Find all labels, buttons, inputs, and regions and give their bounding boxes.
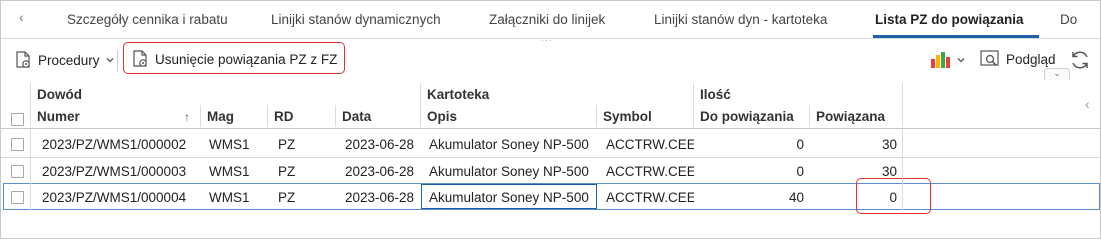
grid-line	[693, 83, 694, 127]
data-grid: Dowód Kartoteka Ilość Numer Mag RD Data …	[1, 83, 1100, 238]
tab-bar: ‹ Szczegóły cennika i rabatu Linijki sta…	[1, 1, 1100, 39]
grid-line	[902, 83, 903, 127]
cell-mag: WMS1	[209, 189, 250, 205]
grid-line	[902, 129, 903, 210]
group-header-row: Dowód Kartoteka Ilość	[1, 83, 903, 105]
row-checkbox[interactable]	[11, 138, 24, 151]
toolbar-separator	[117, 50, 118, 72]
column-header-powiazana[interactable]: Powiązana	[810, 105, 903, 127]
cell-symbol: ACCTRW.CEE	[606, 136, 694, 152]
toolbar: Procedury Usunięcie powiązania PZ z FZ P…	[1, 40, 1100, 80]
cell-data: 2023-06-28	[345, 136, 415, 152]
cell-symbol: ACCTRW.CEE	[606, 163, 694, 179]
document-gear-icon	[13, 50, 33, 70]
row-checkbox[interactable]	[11, 165, 24, 178]
column-header-mag[interactable]: Mag	[201, 105, 268, 127]
powiazana-value-highlight	[856, 178, 931, 214]
chart-menu-button[interactable]	[929, 50, 966, 70]
grid-line	[200, 105, 201, 127]
cell-do-powiazania: 0	[796, 136, 804, 152]
row-checkbox[interactable]	[11, 191, 24, 204]
cell-opis: Akumulator Soney NP-500	[429, 163, 589, 179]
tab-linijki-stanow-dyn-kartoteka[interactable]: Linijki stanów dyn - kartoteka	[654, 12, 827, 27]
chevron-down-icon	[105, 53, 115, 68]
column-header-row: Numer Mag RD Data Opis Symbol Do powiąza…	[1, 105, 903, 127]
cell-rd: PZ	[278, 163, 296, 179]
tab-linijki-stanow-dynamicznych[interactable]: Linijki stanów dynamicznych	[271, 12, 441, 27]
grid-line	[267, 105, 268, 127]
column-header-rd[interactable]: RD	[268, 105, 336, 127]
grid-line	[809, 105, 810, 127]
grid-line	[596, 105, 597, 127]
bar-chart-icon	[929, 50, 951, 70]
cell-data: 2023-06-28	[345, 163, 415, 179]
unlink-pz-fz-button[interactable]: Usunięcie powiązania PZ z FZ	[130, 49, 337, 69]
active-tab-indicator	[873, 35, 1039, 38]
cell-do-powiazania: 0	[796, 163, 804, 179]
grid-line	[30, 83, 31, 127]
column-header-do-powiazania[interactable]: Do powiązania	[694, 105, 810, 127]
cell-rd: PZ	[278, 136, 296, 152]
tab-scroll-left-icon[interactable]: ‹	[19, 9, 31, 29]
preview-button[interactable]: Podgląd	[979, 49, 1056, 69]
grid-line	[335, 105, 336, 127]
cell-mag: WMS1	[209, 136, 250, 152]
column-header-numer[interactable]: Numer	[31, 105, 201, 127]
tab-szczegoly-cennika[interactable]: Szczegóły cennika i rabatu	[67, 12, 228, 27]
grid-line	[420, 83, 421, 127]
cell-powiazana: 30	[881, 136, 897, 152]
cell-mag: WMS1	[209, 163, 250, 179]
refresh-button[interactable]	[1069, 49, 1091, 71]
chevron-down-icon	[956, 53, 966, 68]
collapse-toolbar-toggle[interactable]: ⌄	[1044, 68, 1070, 80]
cell-data: 2023-06-28	[345, 189, 415, 205]
scroll-right-chevron-icon[interactable]: ‹	[1085, 96, 1090, 112]
document-gear-icon	[130, 49, 150, 69]
unlink-label: Usunięcie powiązania PZ z FZ	[155, 51, 338, 67]
refresh-icon	[1069, 49, 1091, 71]
column-header-data[interactable]: Data	[336, 105, 421, 127]
group-header-kartoteka: Kartoteka	[427, 86, 490, 102]
column-header-symbol[interactable]: Symbol	[597, 105, 694, 127]
cell-numer: 2023/PZ/WMS1/000004	[42, 189, 187, 205]
select-all-checkbox[interactable]	[11, 113, 24, 126]
cell-do-powiazania: 40	[788, 189, 804, 205]
group-header-ilosc: Ilość	[700, 86, 731, 102]
preview-magnifier-icon	[979, 49, 1001, 69]
cell-opis: Akumulator Soney NP-500	[429, 136, 589, 152]
tab-zalaczniki-do-linijek[interactable]: Załączniki do linijek	[489, 12, 605, 27]
procedures-button[interactable]: Procedury	[13, 50, 115, 70]
sort-ascending-icon[interactable]: ↑	[184, 110, 190, 124]
group-header-dowod: Dowód	[37, 86, 82, 102]
cell-numer: 2023/PZ/WMS1/000002	[42, 136, 187, 152]
column-header-opis[interactable]: Opis	[421, 105, 597, 127]
grid-line	[30, 129, 31, 210]
cell-symbol: ACCTRW.CEE	[606, 189, 694, 205]
procedures-label: Procedury	[38, 52, 100, 68]
cell-rd: PZ	[278, 189, 296, 205]
cell-numer: 2023/PZ/WMS1/000003	[42, 163, 187, 179]
table-row[interactable]: 2023/PZ/WMS1/000003 WMS1 PZ 2023-06-28 A…	[1, 158, 1100, 184]
tab-lista-pz-do-powiazania[interactable]: Lista PZ do powiązania	[875, 12, 1024, 27]
preview-label: Podgląd	[1006, 51, 1056, 67]
focused-cell-outline	[421, 184, 597, 209]
tab-do[interactable]: Do	[1060, 12, 1077, 27]
header-divider	[1, 128, 1100, 129]
table-row[interactable]: 2023/PZ/WMS1/000002 WMS1 PZ 2023-06-28 A…	[1, 131, 1100, 157]
